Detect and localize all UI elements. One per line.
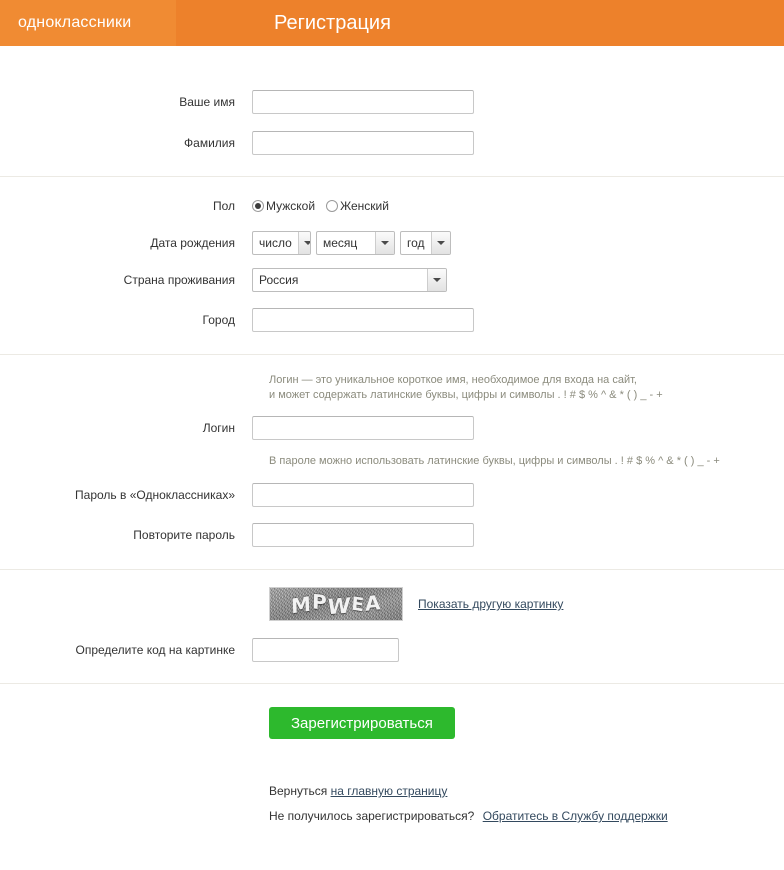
first-name-input[interactable] xyxy=(252,90,474,114)
birth-day-select[interactable]: число xyxy=(252,231,311,255)
section-personal: Пол Мужской Женский Дата рождения число … xyxy=(0,177,784,355)
register-button[interactable]: Зарегистрироваться xyxy=(269,707,455,739)
chevron-down-icon[interactable] xyxy=(431,232,450,254)
registration-form: Ваше имя Фамилия Пол Мужской Женский Дат… xyxy=(0,46,784,823)
support-row: Не получилось зарегистрироваться? Обрати… xyxy=(269,809,784,823)
last-name-input[interactable] xyxy=(252,131,474,155)
back-home-row: Вернуться на главную страницу xyxy=(269,784,784,798)
country-label: Страна проживания xyxy=(123,273,235,287)
password-hint: В пароле можно использовать латинские бу… xyxy=(269,455,720,467)
password-label: Пароль в «Одноклассниках» xyxy=(75,488,235,502)
birthdate-label: Дата рождения xyxy=(150,236,235,250)
password-repeat-input[interactable] xyxy=(252,523,474,547)
gender-radio-group: Мужской Женский xyxy=(252,199,389,213)
gender-option-male-label: Мужской xyxy=(266,199,316,213)
gender-option-male[interactable]: Мужской xyxy=(252,199,315,213)
gender-option-female-label: Женский xyxy=(340,199,389,213)
login-hint-line-2: и может содержать латинские буквы, цифры… xyxy=(269,389,663,401)
gender-label: Пол xyxy=(212,199,235,213)
section-submit: Зарегистрироваться Вернуться на главную … xyxy=(0,684,784,823)
captcha-char: W xyxy=(326,592,352,620)
captcha-char: A xyxy=(364,590,382,616)
first-name-label: Ваше имя xyxy=(179,95,235,109)
support-link[interactable]: Обратитесь в Службу поддержки xyxy=(483,809,668,823)
chevron-down-icon[interactable] xyxy=(297,232,310,254)
birth-year-select[interactable]: год xyxy=(400,231,451,255)
city-input[interactable] xyxy=(252,308,474,332)
birth-day-value: число xyxy=(259,236,292,250)
country-value: Россия xyxy=(259,273,299,287)
footer: Вернуться на главную страницу Не получил… xyxy=(0,784,784,823)
captcha-input[interactable] xyxy=(252,638,399,662)
page-header: одноклассники Регистрация xyxy=(0,0,784,46)
country-select[interactable]: Россия xyxy=(252,268,447,292)
section-credentials: Логин — это уникальное короткое имя, нео… xyxy=(0,355,784,570)
section-name: Ваше имя Фамилия xyxy=(0,46,784,177)
logo[interactable]: одноклассники xyxy=(0,0,176,46)
section-captcha: MPWEA Показать другую картинку Определит… xyxy=(0,570,784,684)
chevron-down-icon[interactable] xyxy=(375,232,394,254)
birth-month-value: месяц xyxy=(323,236,358,250)
password-input[interactable] xyxy=(252,483,474,507)
chevron-down-icon[interactable] xyxy=(427,269,446,291)
captcha-char: P xyxy=(311,589,327,615)
captcha-image-text: MPWEA xyxy=(270,588,402,620)
login-label: Логин xyxy=(202,421,235,435)
captcha-char: M xyxy=(290,591,312,619)
birth-year-value: год xyxy=(407,236,425,250)
birth-month-select[interactable]: месяц xyxy=(316,231,395,255)
login-hint-line-1: Логин — это уникальное короткое имя, нео… xyxy=(269,374,637,386)
back-home-link[interactable]: на главную страницу xyxy=(331,784,448,798)
page-title: Регистрация xyxy=(274,11,391,34)
refresh-captcha-link[interactable]: Показать другую картинку xyxy=(418,587,563,621)
captcha-label: Определите код на картинке xyxy=(75,643,235,657)
captcha-image: MPWEA xyxy=(269,587,403,621)
radio-icon-male[interactable] xyxy=(252,200,264,212)
birthdate-selects: число месяц год xyxy=(252,231,451,255)
last-name-label: Фамилия xyxy=(184,136,235,150)
gender-option-female[interactable]: Женский xyxy=(326,199,389,213)
back-home-prefix: Вернуться xyxy=(269,784,328,798)
login-hint: Логин — это уникальное короткое имя, нео… xyxy=(0,373,784,403)
logo-text: одноклассники xyxy=(18,14,132,31)
captcha-image-row: MPWEA Показать другую картинку xyxy=(0,587,784,621)
support-prefix: Не получилось зарегистрироваться? xyxy=(269,809,475,823)
password-repeat-label: Повторите пароль xyxy=(133,528,235,542)
radio-icon-female[interactable] xyxy=(326,200,339,212)
login-input[interactable] xyxy=(252,416,474,440)
captcha-char: E xyxy=(350,591,365,617)
city-label: Город xyxy=(202,313,235,327)
